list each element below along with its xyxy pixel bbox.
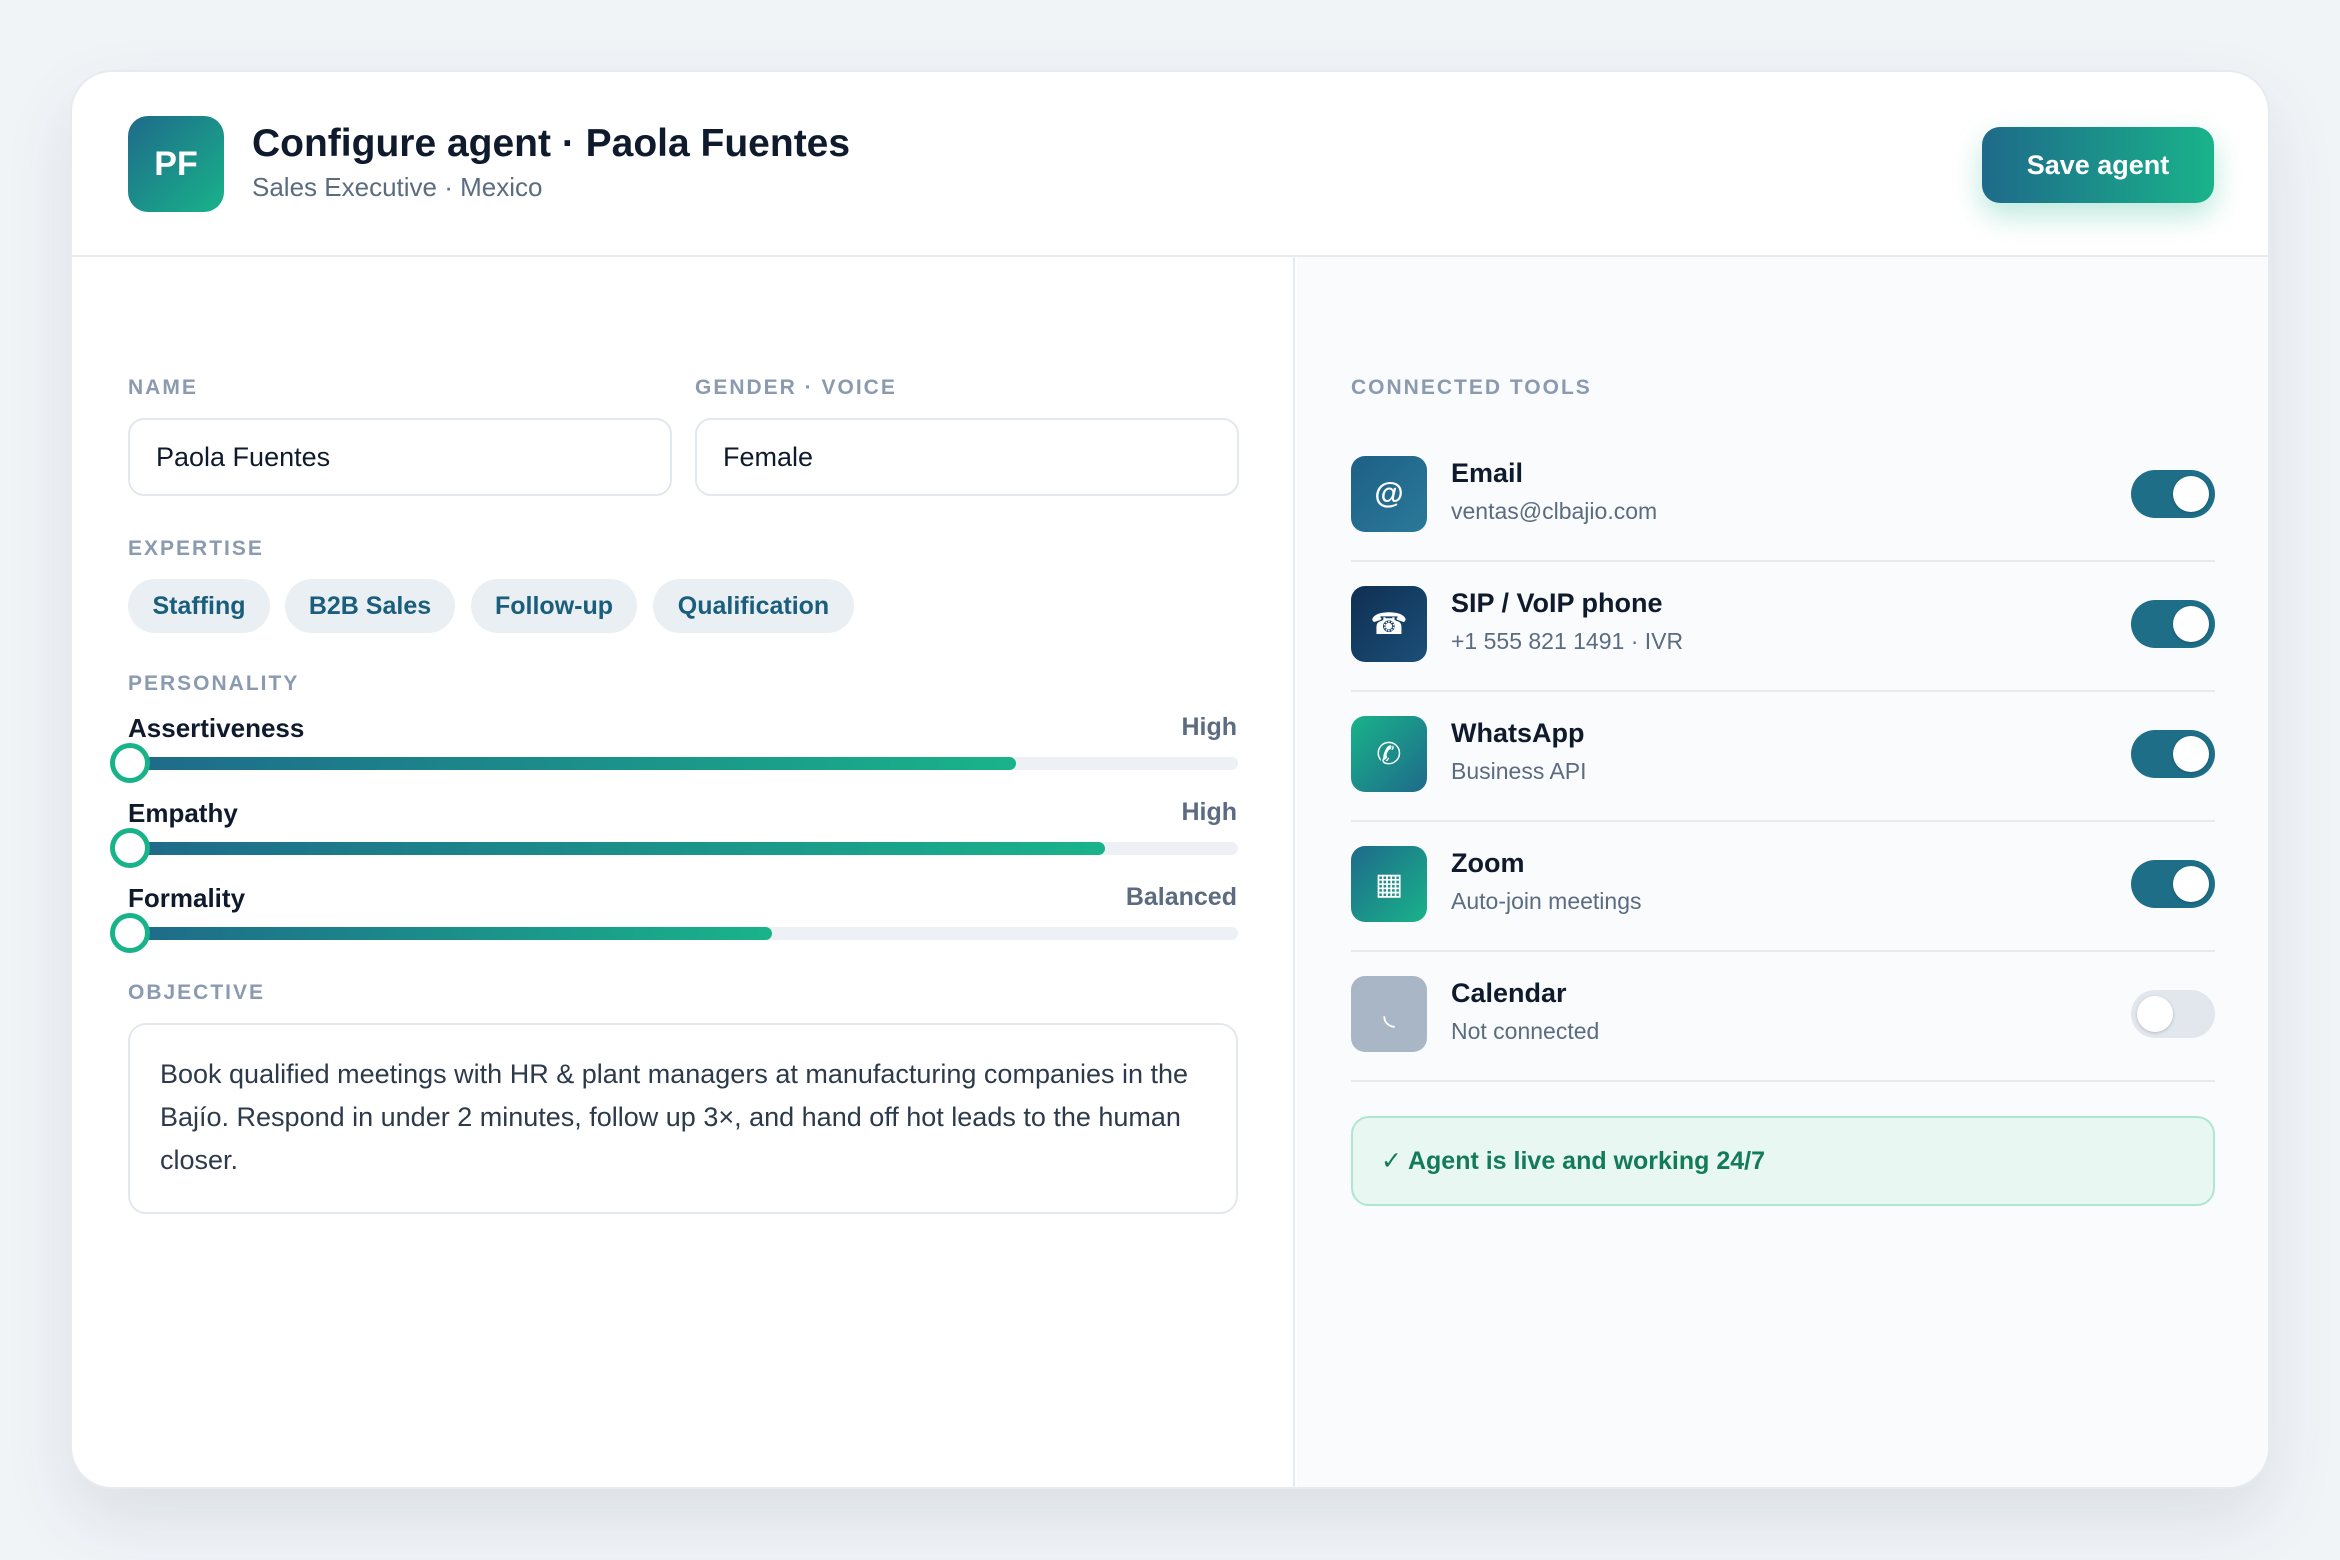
toggle-knob <box>2173 866 2209 902</box>
slider-label-empathy: Empathy <box>128 798 238 828</box>
whatsapp-toggle[interactable] <box>2131 730 2215 778</box>
agent-status-banner: ✓ Agent is live and working 24/7 <box>1351 1116 2215 1206</box>
slider-thumb[interactable] <box>110 828 150 868</box>
page-subtitle: Sales Executive · Mexico <box>252 172 543 202</box>
tool-detail: Business API <box>1451 758 1587 784</box>
whatsapp-icon: ✆ <box>1351 716 1427 792</box>
tool-row-zoom: ▦ Zoom Auto-join meetings <box>1351 822 2215 952</box>
header: PF Configure agent · Paola Fuentes Sales… <box>72 72 2268 257</box>
email-toggle[interactable] <box>2131 470 2215 518</box>
name-field[interactable]: Paola Fuentes <box>128 418 672 496</box>
expertise-chip-b2b-sales[interactable]: B2B Sales <box>285 579 455 633</box>
at-icon: @ <box>1351 456 1427 532</box>
tool-row-email: @ Email ventas@clbajio.com <box>1351 432 2215 562</box>
tool-name: Calendar <box>1451 978 1567 1008</box>
agent-config-card: PF Configure agent · Paola Fuentes Sales… <box>70 70 2270 1489</box>
slider-assertiveness[interactable] <box>110 743 1238 783</box>
toggle-knob <box>2173 606 2209 642</box>
expertise-chip-qualification[interactable]: Qualification <box>653 579 854 633</box>
tool-row-calendar: ◟ Calendar Not connected <box>1351 952 2215 1082</box>
tool-row-whatsapp: ✆ WhatsApp Business API <box>1351 692 2215 822</box>
slider-fill <box>128 927 772 940</box>
toggle-knob <box>2137 996 2173 1032</box>
tool-detail: ventas@clbajio.com <box>1451 498 1658 524</box>
gender-voice-select[interactable]: Female <box>695 418 1239 496</box>
calendar-icon: ◟ <box>1351 976 1427 1052</box>
calendar-toggle[interactable] <box>2131 990 2215 1038</box>
personality-label: PERSONALITY <box>128 672 300 695</box>
agent-settings-panel: NAME Paola Fuentes GENDER · VOICE Female… <box>72 257 1295 1487</box>
slider-fill <box>128 842 1105 855</box>
slider-empathy[interactable] <box>110 828 1238 868</box>
zoom-toggle[interactable] <box>2131 860 2215 908</box>
connected-tools-panel: CONNECTED TOOLS @ Email ventas@clbajio.c… <box>1297 257 2268 1487</box>
tool-name: WhatsApp <box>1451 718 1585 748</box>
tool-detail: Not connected <box>1451 1018 1600 1044</box>
expertise-chip-follow-up[interactable]: Follow-up <box>471 579 637 633</box>
expertise-label: EXPERTISE <box>128 537 264 560</box>
avatar: PF <box>128 116 224 212</box>
expertise-chip-staffing[interactable]: Staffing <box>128 579 270 633</box>
objective-label: OBJECTIVE <box>128 981 266 1004</box>
tool-detail: Auto-join meetings <box>1451 888 1642 914</box>
slider-value-assertiveness: High <box>1181 713 1237 741</box>
slider-fill <box>128 757 1016 770</box>
slider-thumb[interactable] <box>110 913 150 953</box>
tool-name: SIP / VoIP phone <box>1451 588 1663 618</box>
objective-textarea[interactable]: Book qualified meetings with HR & plant … <box>128 1023 1238 1214</box>
slider-thumb[interactable] <box>110 743 150 783</box>
name-label: NAME <box>128 376 198 399</box>
tool-name: Zoom <box>1451 848 1525 878</box>
phone-icon: ☎ <box>1351 586 1427 662</box>
slider-formality[interactable] <box>110 913 1238 953</box>
tool-row-sip-voip-phone: ☎ SIP / VoIP phone +1 555 821 1491 · IVR <box>1351 562 2215 692</box>
sip-voip-toggle[interactable] <box>2131 600 2215 648</box>
toggle-knob <box>2173 736 2209 772</box>
slider-label-assertiveness: Assertiveness <box>128 713 305 743</box>
slider-label-formality: Formality <box>128 883 246 913</box>
toggle-knob <box>2173 476 2209 512</box>
zoom-icon: ▦ <box>1351 846 1427 922</box>
tool-name: Email <box>1451 458 1524 488</box>
connected-tools-label: CONNECTED TOOLS <box>1351 376 1592 399</box>
slider-value-formality: Balanced <box>1125 883 1237 911</box>
gender-voice-label: GENDER · VOICE <box>695 376 897 399</box>
page-title: Configure agent · Paola Fuentes <box>252 122 851 165</box>
tool-detail: +1 555 821 1491 · IVR <box>1451 628 1684 654</box>
slider-value-empathy: High <box>1181 798 1237 826</box>
save-agent-button[interactable]: Save agent <box>1982 127 2214 203</box>
